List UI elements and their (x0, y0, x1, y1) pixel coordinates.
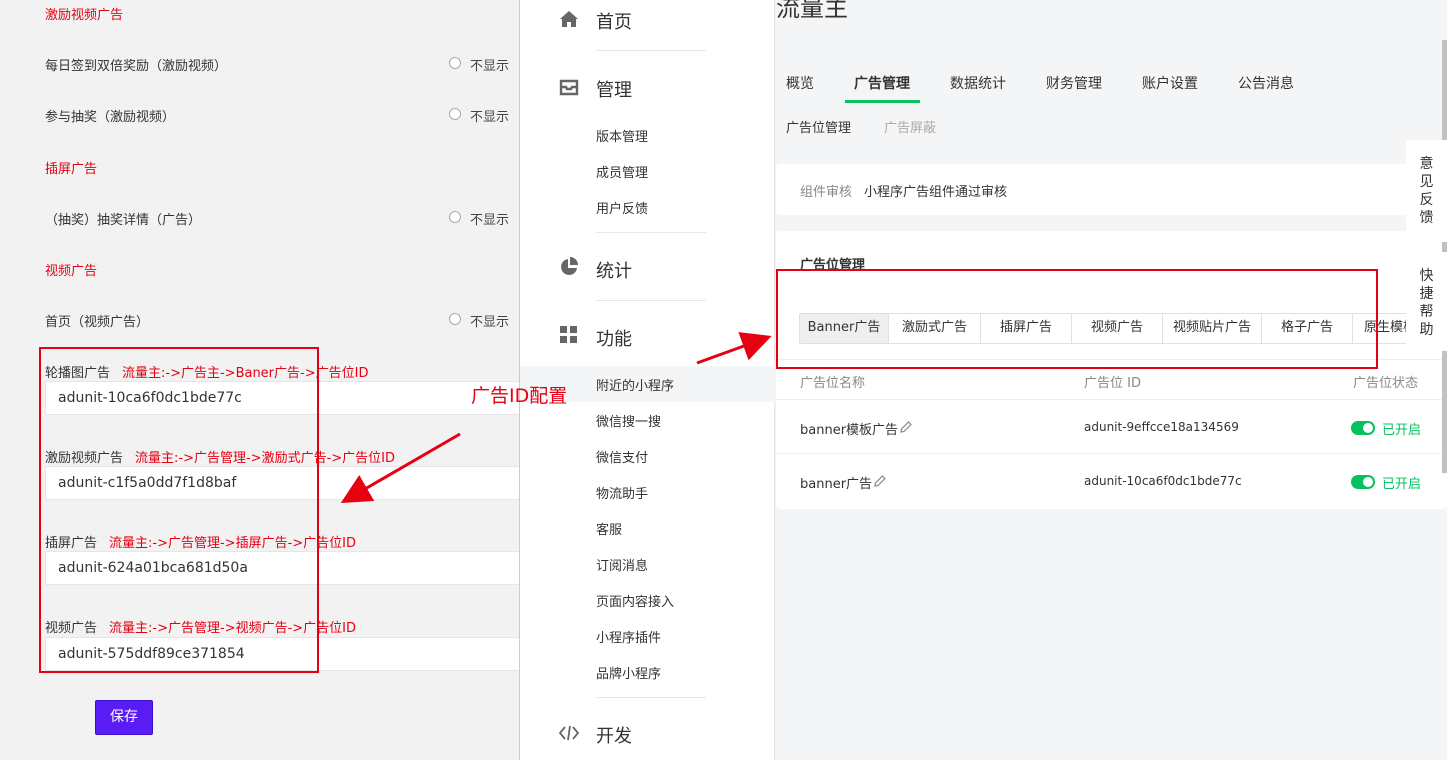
radio-lottery-detail-hide[interactable] (449, 211, 461, 223)
nav-home[interactable]: 首页 (596, 8, 632, 34)
annotation-label: 广告ID配置 (471, 385, 568, 407)
main-content: 流量主 概览 广告管理 数据统计 财务管理 账户设置 公告消息 广告位管理 广告… (776, 0, 1447, 760)
feedback-button[interactable]: 意见反馈 (1406, 140, 1447, 242)
status-toggle[interactable] (1351, 475, 1375, 489)
tab-announcements[interactable]: 公告消息 (1238, 73, 1294, 93)
tab-account-settings[interactable]: 账户设置 (1142, 73, 1198, 93)
radio-lottery-hide[interactable] (449, 108, 461, 120)
nav-brand-miniprogram[interactable]: 品牌小程序 (596, 663, 661, 682)
inbox-icon (559, 79, 579, 96)
tab-ad-manage[interactable]: 广告管理 (854, 73, 910, 93)
tab-active-indicator (845, 100, 920, 103)
nav-subscribe-message[interactable]: 订阅消息 (596, 555, 648, 574)
review-label: 组件审核 (800, 185, 853, 200)
row-lottery-detail-label: （抽奖）抽奖详情（广告） (45, 213, 202, 228)
radio-signin-hide[interactable] (449, 57, 461, 69)
home-icon (560, 11, 578, 27)
annotation-box-fields (39, 347, 319, 673)
sidebar-nav: 首页 管理 版本管理 成员管理 用户反馈 统计 功能 附近的小程序 微信搜一搜 … (519, 0, 776, 760)
section-interstitial: 插屏广告 (45, 162, 98, 177)
nav-wechat-pay[interactable]: 微信支付 (596, 447, 648, 466)
code-icon (558, 725, 580, 741)
status-label: 已开启 (1382, 477, 1422, 492)
nav-divider (596, 50, 706, 51)
subnav-ad-position[interactable]: 广告位管理 (786, 117, 851, 136)
table-row-id: adunit-9effcce18a134569 (1084, 420, 1239, 434)
nav-page-content[interactable]: 页面内容接入 (596, 591, 674, 610)
tab-data-stats[interactable]: 数据统计 (950, 73, 1006, 93)
pencil-icon[interactable] (873, 474, 887, 488)
table-row-id: adunit-10ca6f0dc1bde77c (1084, 474, 1242, 488)
radio-home-video-hide[interactable] (449, 313, 461, 325)
nav-member-manage[interactable]: 成员管理 (596, 162, 648, 181)
subnav-ad-block[interactable]: 广告屏蔽 (884, 117, 936, 136)
section-video: 视频广告 (45, 264, 98, 279)
th-name: 广告位名称 (800, 376, 866, 391)
save-button[interactable]: 保存 (95, 700, 153, 735)
nav-customer-service[interactable]: 客服 (596, 519, 622, 538)
nav-dev[interactable]: 开发 (596, 722, 632, 748)
nav-logistics[interactable]: 物流助手 (596, 483, 648, 502)
annotation-box-adtypes (776, 269, 1378, 369)
pie-chart-icon (561, 257, 578, 275)
nav-manage[interactable]: 管理 (596, 76, 632, 102)
status-label: 已开启 (1382, 423, 1422, 438)
radio-label: 不显示 (470, 213, 510, 228)
th-status: 广告位状态 (1353, 376, 1419, 391)
nav-stats[interactable]: 统计 (596, 257, 632, 283)
nav-features[interactable]: 功能 (596, 325, 632, 351)
row-lottery-label: 参与抽奖（激励视频） (45, 110, 176, 125)
review-card: 组件审核 小程序广告组件通过审核 (776, 164, 1447, 215)
nav-nearby-miniprogram[interactable]: 附近的小程序 (596, 375, 674, 394)
review-value: 小程序广告组件通过审核 (864, 185, 1008, 200)
table-divider (776, 453, 1447, 454)
quick-help-label: 快捷帮助 (1419, 268, 1434, 338)
row-home-video-label: 首页（视频广告） (45, 315, 150, 330)
tab-finance[interactable]: 财务管理 (1046, 73, 1102, 93)
radio-label: 不显示 (470, 110, 510, 125)
feedback-label: 意见反馈 (1419, 156, 1434, 226)
tab-overview[interactable]: 概览 (786, 73, 814, 93)
nav-version-manage[interactable]: 版本管理 (596, 126, 648, 145)
quick-help-button[interactable]: 快捷帮助 (1406, 252, 1447, 351)
table-row-name: banner广告 (800, 477, 873, 492)
pencil-icon[interactable] (899, 420, 913, 434)
section-reward-video: 激励视频广告 (45, 8, 124, 23)
nav-plugins[interactable]: 小程序插件 (596, 627, 661, 646)
nav-wechat-search[interactable]: 微信搜一搜 (596, 411, 661, 430)
nav-user-feedback[interactable]: 用户反馈 (596, 198, 648, 217)
th-id: 广告位 ID (1084, 376, 1141, 391)
nav-divider (596, 232, 706, 233)
table-row-name: banner模板广告 (800, 423, 899, 438)
row-signin-label: 每日签到双倍奖励（激励视频） (45, 59, 228, 74)
status-toggle[interactable] (1351, 421, 1375, 435)
radio-label: 不显示 (470, 59, 510, 74)
radio-label: 不显示 (470, 315, 510, 330)
grid-icon (560, 326, 577, 343)
table-divider (776, 399, 1447, 400)
nav-divider (596, 697, 706, 698)
nav-divider (596, 300, 706, 301)
page-title: 流量主 (776, 0, 848, 22)
